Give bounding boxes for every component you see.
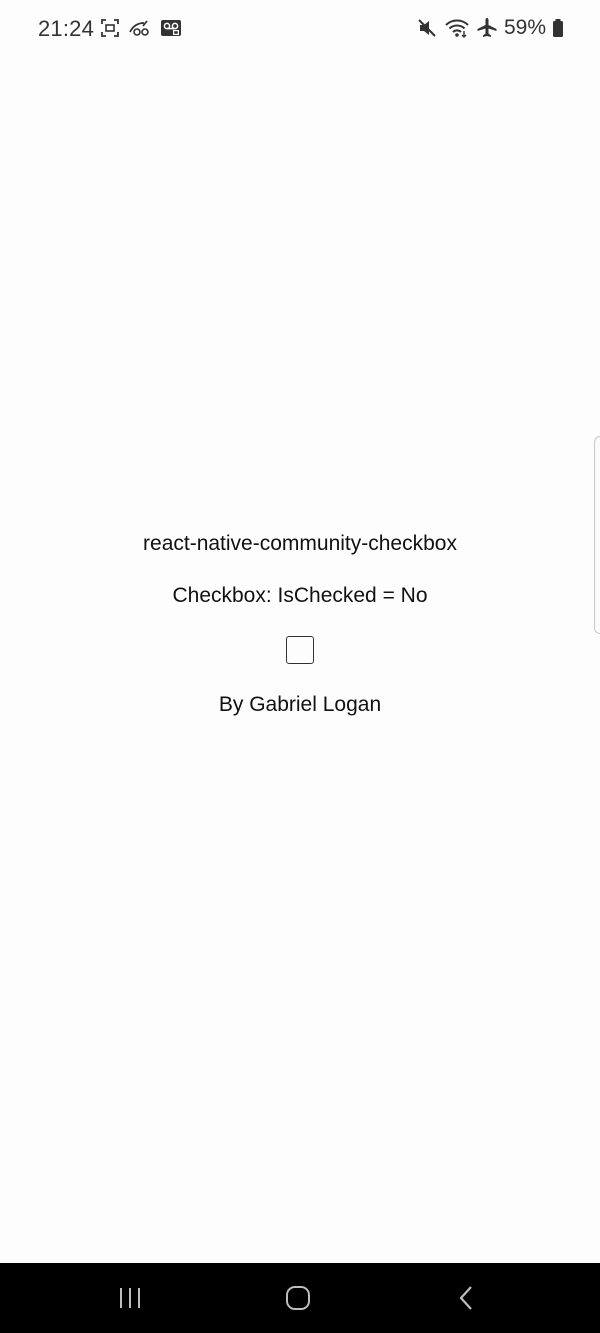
checkbox-state-label: Checkbox: IsChecked = No (172, 584, 428, 607)
status-bar: 21:24 59% (0, 0, 600, 60)
back-icon (456, 1285, 476, 1311)
mute-icon (416, 17, 438, 39)
page-title: react-native-community-checkbox (143, 532, 457, 555)
home-icon (285, 1285, 311, 1311)
home-button[interactable] (278, 1283, 318, 1313)
battery-percent: 59% (503, 16, 546, 39)
tracking-icon (128, 18, 152, 38)
status-right-icons: 59% (416, 16, 564, 40)
author-credit: By Gabriel Logan (218, 693, 382, 716)
wifi-icon (444, 17, 470, 39)
recents-icon (117, 1286, 143, 1310)
status-left-icons (100, 18, 182, 38)
battery-icon (552, 18, 564, 38)
checkbox-container (284, 636, 316, 668)
navigation-bar (0, 1263, 600, 1333)
back-button[interactable] (446, 1283, 486, 1313)
voicemail-icon (160, 18, 182, 38)
checkbox[interactable] (286, 636, 314, 664)
airplane-icon (476, 17, 498, 39)
main-content: react-native-community-checkbox Checkbox… (0, 528, 600, 721)
recents-button[interactable] (110, 1283, 150, 1313)
app-screen: 21:24 59% react-native-community-checkbo… (0, 0, 600, 1333)
status-time: 21:24 (38, 16, 95, 41)
screenshot-icon (100, 18, 120, 38)
